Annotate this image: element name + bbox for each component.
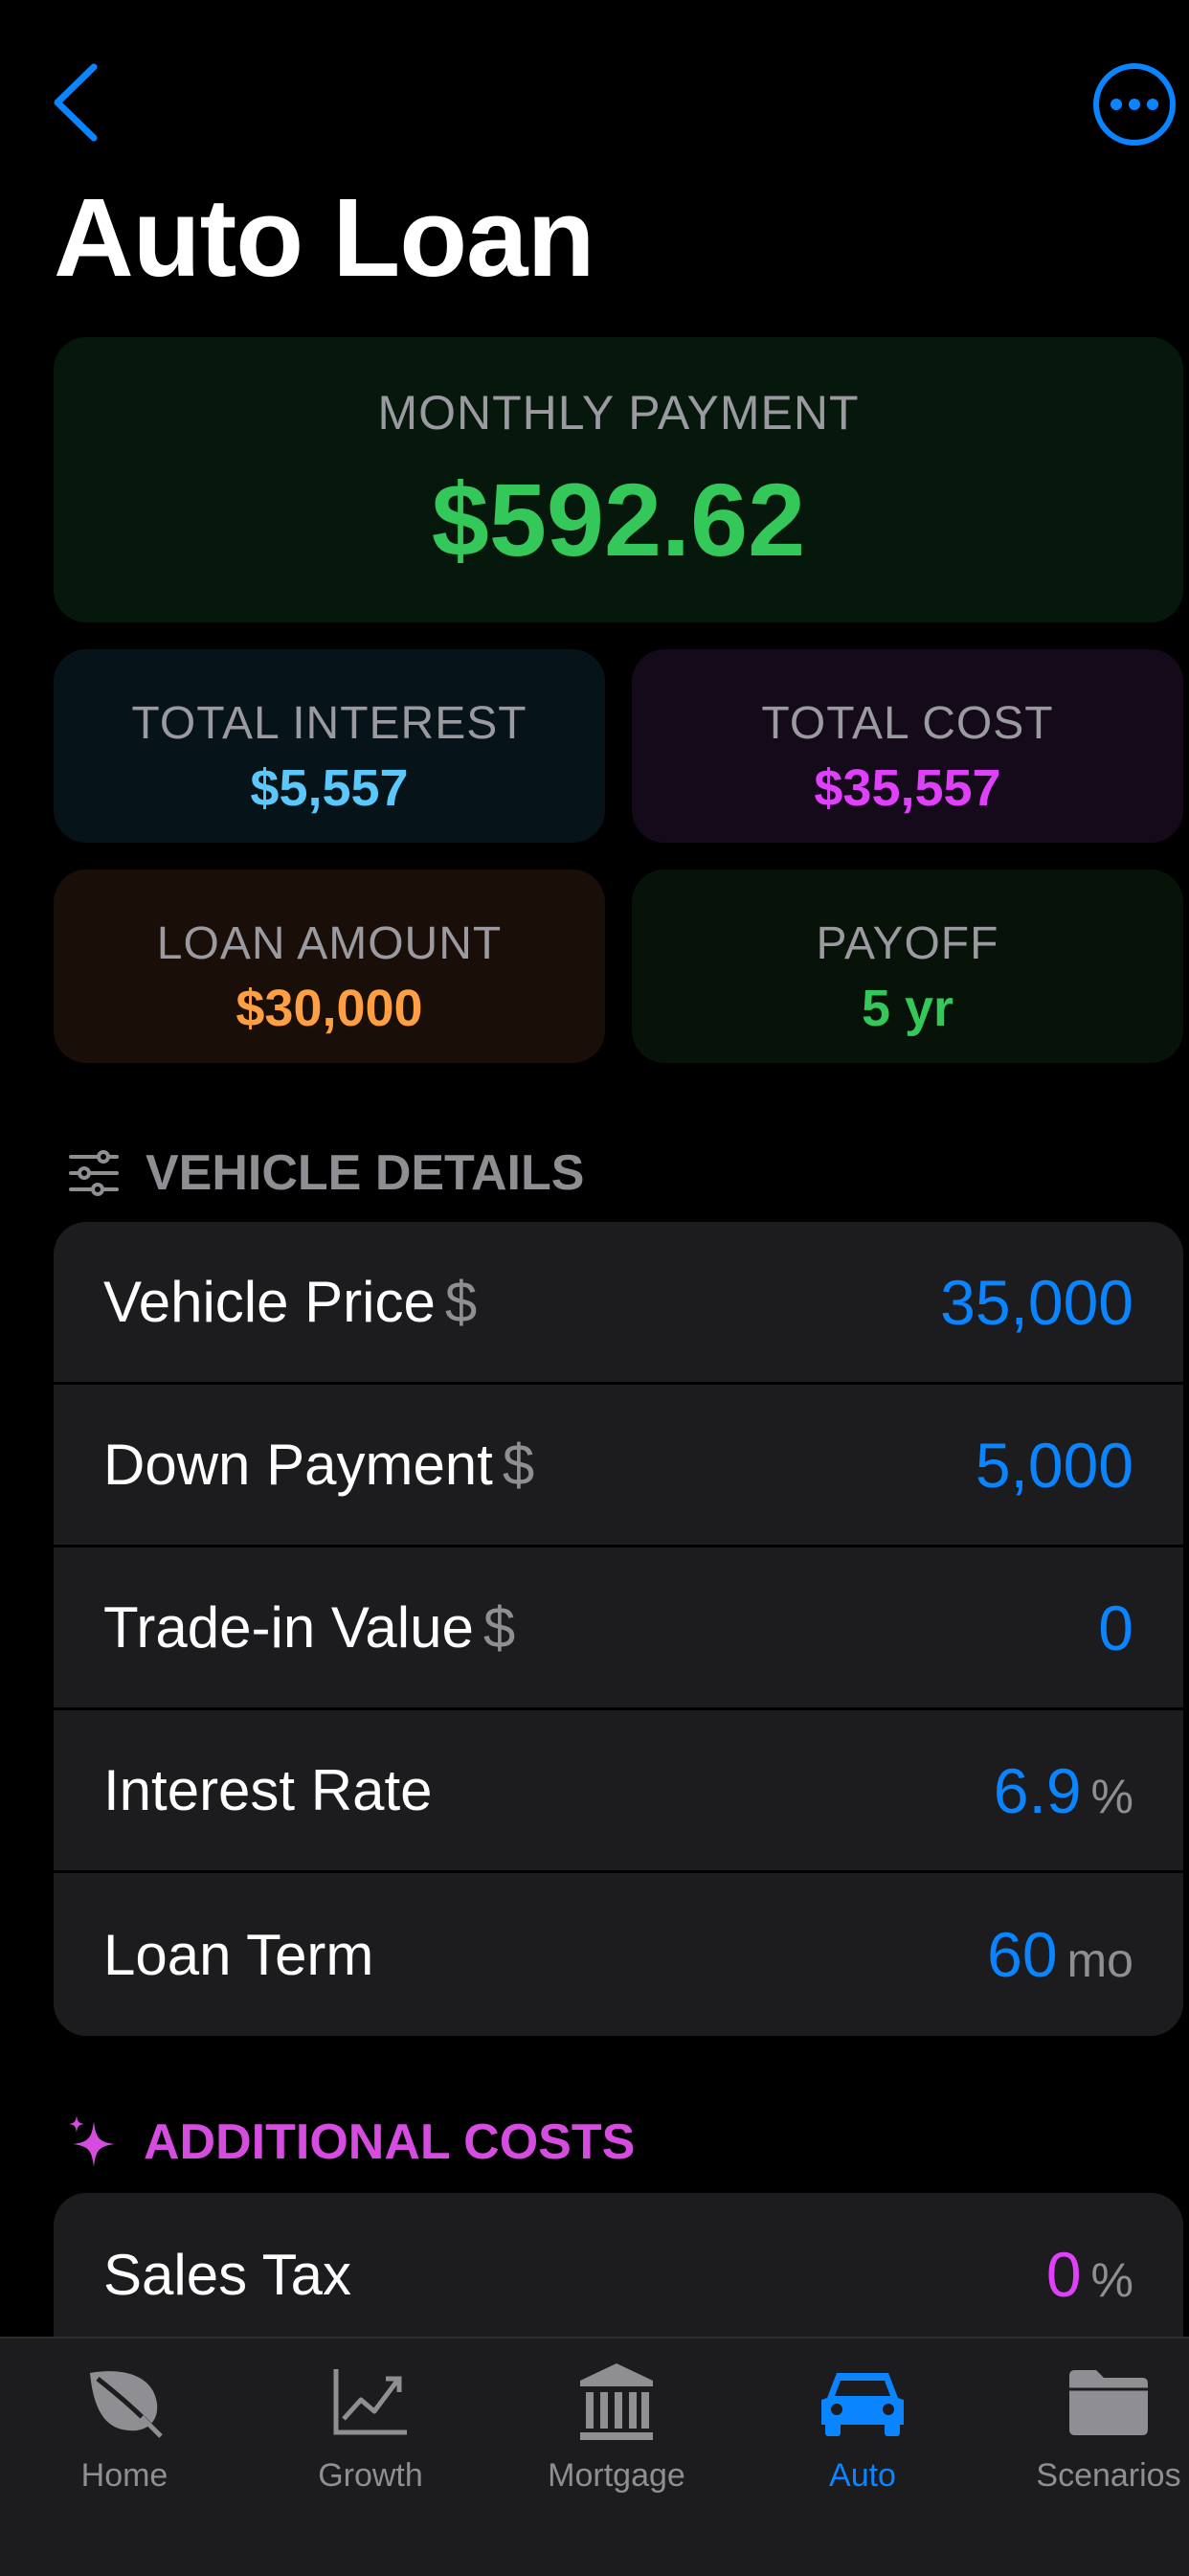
tab-label: Scenarios xyxy=(1036,2457,1181,2494)
loan-amount-card: LOAN AMOUNT $30,000 xyxy=(54,870,605,1063)
row-suffix: % xyxy=(1090,1769,1133,1823)
ellipsis-circle-icon xyxy=(1093,63,1176,146)
payoff-label: PAYOFF xyxy=(816,918,999,969)
additional-costs-title: ADDITIONAL COSTS xyxy=(144,2114,636,2170)
payoff-card: PAYOFF 5 yr xyxy=(632,870,1183,1063)
tab-growth[interactable]: Growth xyxy=(265,2358,476,2495)
chart-line-icon xyxy=(333,2369,407,2435)
row-suffix: % xyxy=(1090,2253,1133,2307)
row-label: Interest Rate xyxy=(103,1758,433,1822)
loan-term-input[interactable]: 60 xyxy=(987,1918,1057,1991)
row-suffix: mo xyxy=(1066,1933,1133,1987)
monthly-payment-card: MONTHLY PAYMENT $592.62 xyxy=(54,337,1183,622)
interest-rate-row[interactable]: Interest Rate 6.9 % xyxy=(54,1710,1183,1873)
tab-label: Mortgage xyxy=(548,2457,685,2494)
tab-auto[interactable]: Auto xyxy=(757,2358,968,2495)
total-cost-label: TOTAL COST xyxy=(761,698,1054,749)
trade-in-row[interactable]: Trade-in Value $ 0 xyxy=(54,1548,1183,1710)
folder-icon xyxy=(1069,2370,1148,2435)
more-button[interactable] xyxy=(1091,61,1178,147)
vehicle-details-header: VEHICLE DETAILS xyxy=(67,1140,584,1207)
down-payment-input[interactable]: 5,000 xyxy=(976,1429,1133,1502)
monthly-payment-label: MONTHLY PAYMENT xyxy=(377,386,860,440)
sliders-icon xyxy=(69,1150,119,1196)
bank-icon xyxy=(580,2363,653,2440)
down-payment-row[interactable]: Down Payment $ 5,000 xyxy=(54,1385,1183,1548)
tab-label: Growth xyxy=(318,2457,423,2494)
tab-label: Home xyxy=(80,2457,168,2494)
row-label: Sales Tax xyxy=(103,2242,352,2307)
row-label: Down Payment xyxy=(103,1433,493,1497)
trade-in-input[interactable]: 0 xyxy=(1098,1592,1133,1664)
vehicle-price-row[interactable]: Vehicle Price $ 35,000 xyxy=(54,1222,1183,1385)
additional-costs-list: Sales Tax 0 % xyxy=(54,2193,1183,2337)
tab-scenarios[interactable]: Scenarios xyxy=(1003,2358,1189,2495)
sales-tax-input[interactable]: 0 xyxy=(1046,2238,1082,2311)
interest-rate-input[interactable]: 6.9 xyxy=(994,1754,1082,1827)
loan-term-row[interactable]: Loan Term 60 mo xyxy=(54,1873,1183,2036)
car-icon xyxy=(821,2373,904,2436)
chevron-left-icon xyxy=(54,63,98,142)
sparkles-icon xyxy=(69,2115,115,2167)
tab-mortgage[interactable]: Mortgage xyxy=(511,2358,722,2495)
loan-amount-value: $30,000 xyxy=(236,980,423,1037)
loan-amount-label: LOAN AMOUNT xyxy=(156,918,503,969)
tab-bar: Home Growth Mortgage Auto Scenarios xyxy=(0,2337,1189,2576)
leaf-icon xyxy=(90,2371,163,2438)
page-title: Auto Loan xyxy=(54,175,594,300)
row-prefix: $ xyxy=(502,1433,535,1497)
monthly-payment-value: $592.62 xyxy=(431,462,806,577)
additional-costs-header: ADDITIONAL COSTS xyxy=(67,2109,635,2176)
row-prefix: $ xyxy=(444,1270,478,1334)
payoff-value: 5 yr xyxy=(861,980,954,1037)
row-label: Loan Term xyxy=(103,1922,374,1987)
back-button[interactable] xyxy=(48,59,105,146)
total-interest-card: TOTAL INTEREST $5,557 xyxy=(54,649,605,843)
total-interest-label: TOTAL INTEREST xyxy=(131,698,527,749)
vehicle-details-list: Vehicle Price $ 35,000 Down Payment $ 5,… xyxy=(54,1222,1183,2036)
vehicle-price-input[interactable]: 35,000 xyxy=(940,1266,1133,1339)
total-cost-value: $35,557 xyxy=(814,759,1001,817)
total-interest-value: $5,557 xyxy=(250,759,409,817)
row-prefix: $ xyxy=(482,1595,516,1660)
sales-tax-row[interactable]: Sales Tax 0 % xyxy=(54,2193,1183,2337)
tab-home[interactable]: Home xyxy=(19,2358,230,2495)
total-cost-card: TOTAL COST $35,557 xyxy=(632,649,1183,843)
row-label: Trade-in Value xyxy=(103,1595,474,1660)
vehicle-details-title: VEHICLE DETAILS xyxy=(146,1145,585,1201)
tab-label: Auto xyxy=(829,2457,896,2494)
row-label: Vehicle Price xyxy=(103,1270,436,1334)
